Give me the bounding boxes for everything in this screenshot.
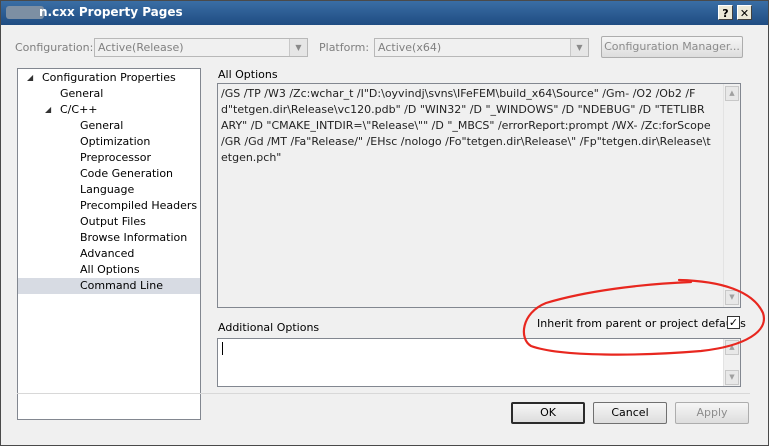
annotation-stroke	[522, 278, 766, 356]
property-pages-dialog: n.cxx Property Pages ? ✕ Configuration: …	[0, 0, 769, 446]
red-annotation-circle	[522, 278, 766, 356]
